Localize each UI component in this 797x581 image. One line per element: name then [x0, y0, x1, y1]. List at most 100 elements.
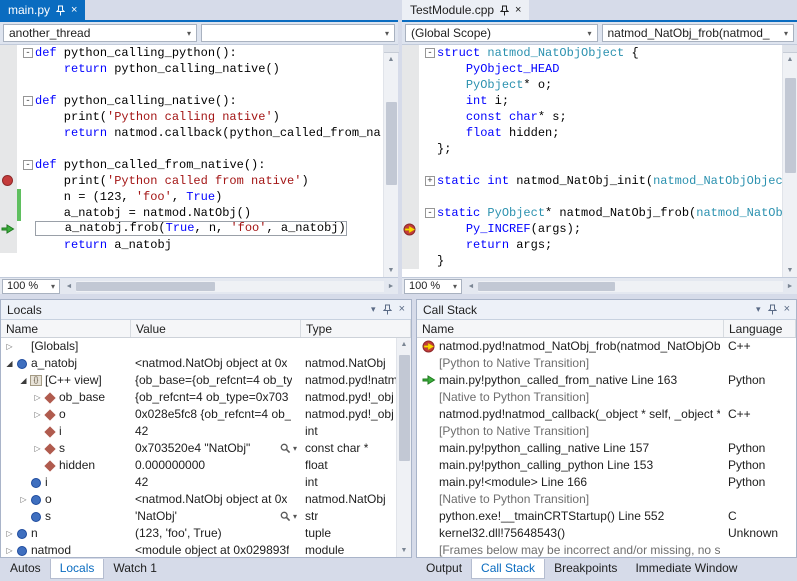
fold-margin[interactable] — [423, 237, 437, 253]
types-combo-left[interactable]: another_thread ▾ — [3, 24, 197, 42]
code-text[interactable] — [35, 77, 383, 93]
scroll-up-icon[interactable]: ▲ — [783, 53, 797, 66]
fold-margin[interactable] — [423, 253, 437, 269]
scrollbar-thumb[interactable] — [399, 355, 410, 461]
callstack-titlebar[interactable]: Call Stack ▾ × — [417, 300, 796, 320]
locals-row[interactable]: hidden0.000000000float — [1, 457, 411, 474]
tab-output[interactable]: Output — [417, 559, 471, 579]
callstack-row[interactable]: [Frames below may be incorrect and/or mi… — [417, 542, 796, 557]
fold-margin[interactable]: - — [423, 45, 437, 61]
fold-margin[interactable]: - — [21, 45, 35, 61]
fold-margin[interactable] — [21, 77, 35, 93]
code-line[interactable]: return args; — [402, 237, 782, 253]
locals-row[interactable]: ▷o0x028e5fc8 {ob_refcnt=4 ob_natmod.pyd!… — [1, 406, 411, 423]
code-text[interactable]: return natmod.callback(python_called_fro… — [35, 125, 383, 141]
callstack-row[interactable]: kernel32.dll!75648543()Unknown — [417, 525, 796, 542]
code-line[interactable]: } — [402, 253, 782, 269]
code-line[interactable]: float hidden; — [402, 125, 782, 141]
code-text[interactable]: print('Python calling native') — [35, 109, 383, 125]
fold-margin[interactable]: - — [423, 205, 437, 221]
tree-expander[interactable]: ◢ — [4, 355, 15, 372]
code-line[interactable]: PyObject* o; — [402, 77, 782, 93]
tab-immediate-window[interactable]: Immediate Window — [626, 559, 746, 579]
vertical-scrollbar[interactable]: ▲ ▼ — [782, 45, 797, 277]
code-text[interactable]: def python_calling_python(): — [35, 45, 383, 61]
glyph-margin[interactable] — [402, 157, 419, 173]
callstack-row[interactable]: natmod.pyd!natmod_callback(_object * sel… — [417, 406, 796, 423]
tab-breakpoints[interactable]: Breakpoints — [545, 559, 626, 579]
scroll-up-icon[interactable]: ▲ — [384, 53, 399, 66]
horizontal-scrollbar[interactable]: ◄ ► — [464, 278, 797, 295]
scroll-down-icon[interactable]: ▼ — [384, 264, 399, 277]
code-line[interactable] — [0, 141, 383, 157]
close-icon[interactable]: × — [515, 5, 521, 16]
locals-row[interactable]: i42int — [1, 474, 411, 491]
fold-margin[interactable] — [423, 125, 437, 141]
code-line[interactable]: -static PyObject* natmod_NatObj_frob(nat… — [402, 205, 782, 221]
callstack-row[interactable]: [Native to Python Transition] — [417, 491, 796, 508]
callstack-row[interactable]: main.py!<module> Line 166Python — [417, 474, 796, 491]
locals-row[interactable]: ▷n(123, 'foo', True)tuple — [1, 525, 411, 542]
code-line[interactable]: print('Python called from native') — [0, 173, 383, 189]
glyph-margin[interactable] — [0, 109, 17, 125]
code-text[interactable]: PyObject_HEAD — [437, 61, 782, 77]
horizontal-scrollbar[interactable]: ◄ ► — [62, 278, 398, 295]
fold-margin[interactable] — [423, 109, 437, 125]
vertical-scrollbar[interactable]: ▲ ▼ — [396, 338, 411, 557]
glyph-margin[interactable] — [402, 77, 419, 93]
fold-toggle[interactable]: + — [425, 176, 435, 186]
locals-row[interactable]: i42int — [1, 423, 411, 440]
magnifier-icon[interactable]: ▾ — [280, 508, 297, 525]
code-line[interactable] — [0, 77, 383, 93]
window-position-icon[interactable]: ▾ — [371, 305, 376, 314]
glyph-margin[interactable] — [0, 221, 17, 237]
scroll-up-icon[interactable]: ▲ — [397, 338, 412, 351]
vertical-scrollbar[interactable]: ▲ ▼ — [383, 45, 398, 277]
code-text[interactable]: a_natobj = natmod.NatObj() — [35, 205, 383, 221]
fold-margin[interactable] — [21, 189, 35, 205]
code-line[interactable]: return python_calling_native() — [0, 61, 383, 77]
fold-margin[interactable] — [21, 237, 35, 253]
fold-margin[interactable] — [21, 109, 35, 125]
glyph-margin[interactable] — [0, 157, 17, 173]
tab-locals[interactable]: Locals — [50, 559, 105, 579]
code-line[interactable]: }; — [402, 141, 782, 157]
code-text[interactable] — [35, 141, 383, 157]
code-text[interactable]: } — [437, 253, 782, 269]
code-line[interactable]: const char* s; — [402, 109, 782, 125]
close-icon[interactable]: × — [399, 304, 405, 315]
locals-titlebar[interactable]: Locals ▾ × — [1, 300, 411, 320]
locals-row[interactable]: s'NatObj'▾str — [1, 508, 411, 525]
tree-expander[interactable]: ▷ — [18, 491, 29, 508]
tab-testmodule-cpp[interactable]: TestModule.cpp × — [402, 0, 529, 20]
code-text[interactable]: struct natmod_NatObjObject { — [437, 45, 782, 61]
fold-margin[interactable] — [423, 221, 437, 237]
column-header-language[interactable]: Language — [724, 320, 796, 337]
code-text[interactable]: print('Python called from native') — [35, 173, 383, 189]
zoom-combo[interactable]: 100 % ▾ — [2, 279, 60, 294]
fold-margin[interactable] — [423, 77, 437, 93]
glyph-margin[interactable] — [0, 237, 17, 253]
scroll-right-icon[interactable]: ► — [384, 283, 398, 290]
glyph-margin[interactable] — [0, 141, 17, 157]
tree-expander[interactable]: ▷ — [4, 338, 15, 355]
fold-toggle[interactable]: - — [23, 160, 33, 170]
locals-row[interactable]: ▷[Globals] — [1, 338, 411, 355]
locals-row[interactable]: ▷o<natmod.NatObj object at 0xnatmod.NatO… — [1, 491, 411, 508]
code-line[interactable]: PyObject_HEAD — [402, 61, 782, 77]
scrollbar-thumb[interactable] — [785, 78, 796, 173]
column-header-type[interactable]: Type — [301, 320, 411, 337]
code-line[interactable]: a_natobj = natmod.NatObj() — [0, 205, 383, 221]
fold-margin[interactable] — [21, 205, 35, 221]
code-line[interactable] — [402, 157, 782, 173]
column-header-name[interactable]: Name — [417, 320, 724, 337]
code-text[interactable]: static int natmod_NatObj_init(natmod_Nat… — [437, 173, 782, 189]
glyph-margin[interactable] — [402, 253, 419, 269]
scrollbar-thumb[interactable] — [386, 102, 397, 185]
glyph-margin[interactable] — [402, 93, 419, 109]
code-text[interactable]: def python_called_from_native(): — [35, 157, 383, 173]
fold-toggle[interactable]: - — [23, 96, 33, 106]
code-text[interactable]: PyObject* o; — [437, 77, 782, 93]
fold-toggle[interactable]: - — [425, 48, 435, 58]
tab-call-stack[interactable]: Call Stack — [471, 559, 545, 579]
